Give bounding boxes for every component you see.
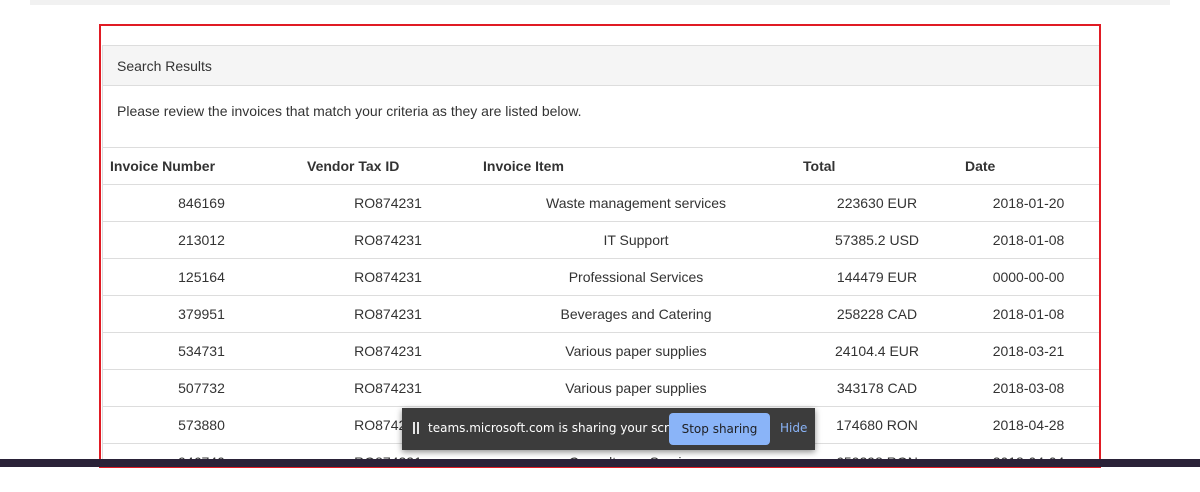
table-row[interactable]: 125164 RO874231 Professional Services 14… [103,258,1099,296]
panel-intro-text: Please review the invoices that match yo… [117,103,582,119]
cell-date: 2018-03-21 [958,332,1099,370]
cell-invoice-item: Various paper supplies [476,369,796,407]
cell-date: 2018-01-08 [958,295,1099,333]
cell-invoice-item: Waste management services [476,184,796,222]
cell-date: 2018-01-08 [958,221,1099,259]
table-row[interactable]: 379951 RO874231 Beverages and Catering 2… [103,295,1099,333]
cell-vendor-tax-id: RO874231 [300,258,476,296]
cell-invoice-number: 379951 [103,295,300,333]
screen-share-bar: teams.microsoft.com is sharing your scre… [402,408,815,450]
cell-invoice-number: 213012 [103,221,300,259]
header-invoice-item[interactable]: Invoice Item [476,147,796,185]
header-vendor-tax-id[interactable]: Vendor Tax ID [300,147,476,185]
stop-sharing-button[interactable]: Stop sharing [669,413,770,445]
top-strip [30,0,1170,5]
cell-total: 144479 EUR [796,258,958,296]
cell-date: 0000-00-00 [958,258,1099,296]
cell-invoice-item: Professional Services [476,258,796,296]
cell-vendor-tax-id: RO874231 [300,221,476,259]
cell-date: 2018-03-08 [958,369,1099,407]
cell-vendor-tax-id: RO874231 [300,332,476,370]
drag-handle-icon[interactable] [412,422,420,434]
cell-vendor-tax-id: RO874231 [300,184,476,222]
cell-total: 174680 RON [796,406,958,444]
cell-invoice-number: 573880 [103,406,300,444]
cell-invoice-item: Beverages and Catering [476,295,796,333]
taskbar-strip [0,459,1200,467]
table-row[interactable]: 507732 RO874231 Various paper supplies 3… [103,369,1099,407]
cell-invoice-number: 846169 [103,184,300,222]
screen-share-message: teams.microsoft.com is sharing your scre… [428,421,695,435]
table-row[interactable]: 534731 RO874231 Various paper supplies 2… [103,332,1099,370]
cell-total: 343178 CAD [796,369,958,407]
cell-total: 223630 EUR [796,184,958,222]
cell-invoice-number: 534731 [103,332,300,370]
highlight-frame: Search Results Please review the invoice… [99,24,1101,468]
cell-date: 2018-01-20 [958,184,1099,222]
cell-vendor-tax-id: RO874231 [300,295,476,333]
header-invoice-number[interactable]: Invoice Number [103,147,300,185]
cell-date: 2018-04-28 [958,406,1099,444]
table-row[interactable]: 846169 RO874231 Waste management service… [103,184,1099,222]
cell-invoice-number: 125164 [103,258,300,296]
cell-total: 258228 CAD [796,295,958,333]
search-results-panel: Search Results Please review the invoice… [102,45,1099,466]
cell-invoice-number: 507732 [103,369,300,407]
cell-total: 57385.2 USD [796,221,958,259]
cell-vendor-tax-id: RO874231 [300,369,476,407]
cell-total: 24104.4 EUR [796,332,958,370]
hide-button[interactable]: Hide [780,421,807,435]
cell-invoice-item: IT Support [476,221,796,259]
table-row[interactable]: 213012 RO874231 IT Support 57385.2 USD 2… [103,221,1099,259]
cell-invoice-item: Various paper supplies [476,332,796,370]
table-header-row: Invoice Number Vendor Tax ID Invoice Ite… [103,147,1099,185]
header-total[interactable]: Total [796,147,958,185]
header-date[interactable]: Date [958,147,1099,185]
panel-heading: Search Results [103,46,1099,86]
